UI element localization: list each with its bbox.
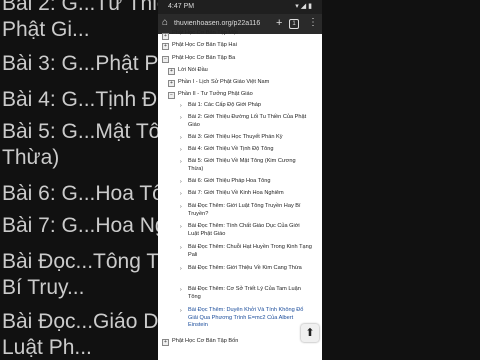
new-tab-button[interactable]: +	[276, 17, 282, 29]
chevron-right-icon: ›	[180, 224, 182, 230]
chevron-right-icon: ›	[180, 245, 182, 251]
expand-icon[interactable]: +	[162, 43, 169, 50]
tree-item-tap-hai[interactable]: Phật Học Cơ Bản Tập Hai	[172, 42, 318, 50]
chevron-right-icon: ›	[180, 103, 182, 109]
tree-item-tap-ba[interactable]: Phật Học Cơ Bản Tập Ba	[172, 55, 318, 63]
menu-button[interactable]: ⋮	[308, 17, 318, 28]
list-item[interactable]: Bài 6: Giới Thiệu Pháp Hoa Tông	[188, 178, 312, 186]
tree-item-loi-noi-dau[interactable]: Lời Nói Đầu	[178, 67, 318, 75]
collapse-icon[interactable]: −	[168, 92, 175, 99]
list-item[interactable]: Bài Đọc Thêm: Cơ Sở Triết Lý Của Tam Luậ…	[188, 286, 312, 301]
status-bar: 4:47 PM ▾◢▮	[158, 0, 322, 14]
expand-icon[interactable]: +	[168, 68, 175, 75]
chevron-right-icon: ›	[180, 179, 182, 185]
chevron-right-icon: ›	[180, 308, 182, 314]
list-item[interactable]: Bài 1: Các Cấp Độ Giới Pháp	[188, 102, 312, 110]
home-icon[interactable]: ⌂	[162, 18, 168, 28]
expand-icon[interactable]: +	[162, 339, 169, 346]
chevron-right-icon: ›	[180, 191, 182, 197]
chevron-right-icon: ›	[180, 135, 182, 141]
phone-screen: 4:47 PM ▾◢▮ ⌂ thuvienhoasen.org/p22a116 …	[158, 0, 322, 360]
expand-icon[interactable]: +	[168, 80, 175, 87]
status-time: 4:47 PM	[168, 3, 195, 10]
list-item[interactable]: Bài Đọc Thêm: Tính Chất Giáo Dục Của Giớ…	[188, 223, 312, 238]
list-item[interactable]: Bài 3: Giới Thiệu Học Thuyết Phán Kỳ	[188, 134, 312, 142]
list-item[interactable]: Bài 7: Giới Thiệu Về Kinh Hoa Nghiêm	[188, 190, 312, 198]
address-bar[interactable]: thuvienhoasen.org/p22a116	[174, 20, 272, 27]
tree-item-tap-mot[interactable]: Phật Học Cơ Bản Tập Một	[172, 30, 318, 38]
chevron-right-icon: ›	[180, 147, 182, 153]
list-item[interactable]: Bài 4: Giới Thiệu Về Tịnh Độ Tông	[188, 146, 312, 154]
list-item[interactable]: Bài Đọc Thêm: Giới Luật Tông Truyền Hay …	[188, 203, 312, 218]
chevron-right-icon: ›	[180, 266, 182, 272]
chevron-right-icon: ›	[180, 287, 182, 293]
signal-battery-icon: ▾◢▮	[295, 3, 314, 10]
collapse-icon[interactable]: −	[162, 56, 169, 63]
chevron-right-icon: ›	[180, 115, 182, 121]
list-item[interactable]: Bài 5: Giới Thiệu Về Mật Tông (Kim Cương…	[188, 158, 312, 173]
tree-item-phan-2[interactable]: Phần II - Tư Tưởng Phật Giáo	[178, 91, 318, 99]
list-item-active[interactable]: Bài Đọc Thêm: Duyên Khởi Và Tính Không Đ…	[188, 307, 312, 330]
list-item[interactable]: Bài 2: Giới Thiệu Đường Lối Tu Thiền Của…	[188, 114, 312, 129]
tab-switcher-button[interactable]: 1	[289, 19, 299, 29]
list-item[interactable]: Bài Đọc Thêm: Chuỗi Hạt Huyền Trong Kinh…	[188, 244, 312, 259]
tree-item-tap-bon[interactable]: Phật Học Cơ Bản Tập Bốn	[172, 338, 318, 346]
chevron-right-icon: ›	[180, 204, 182, 210]
chevron-right-icon: ›	[180, 159, 182, 165]
expand-icon[interactable]: +	[162, 33, 169, 40]
tree-item-phan-1[interactable]: Phần I - Lịch Sử Phật Giáo Việt Nam	[178, 79, 318, 87]
list-item[interactable]: Bài Đọc Thêm: Giới Thiệu Về Kim Cang Thừ…	[188, 265, 312, 273]
arrow-up-icon[interactable]: ⬆	[301, 324, 319, 342]
